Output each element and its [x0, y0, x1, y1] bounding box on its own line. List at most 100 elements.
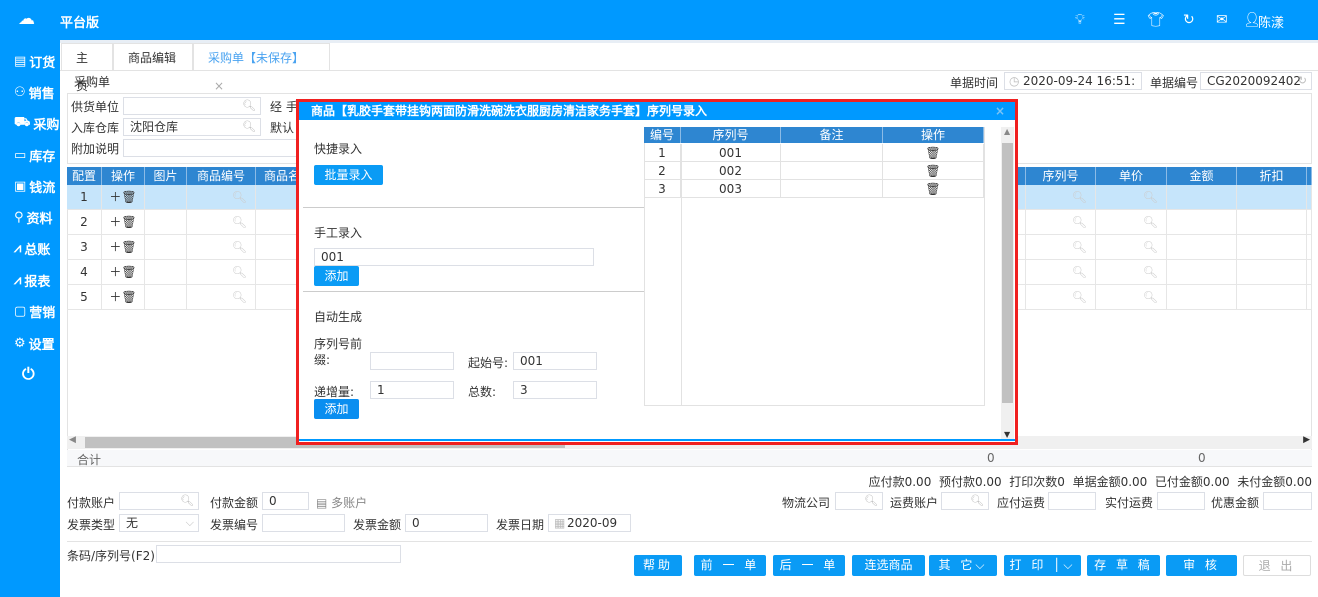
sidebar-item-data[interactable]: ⚲ 资料	[14, 208, 53, 227]
tab-purchase-order[interactable]: 采购单【未保存】 ×	[193, 43, 330, 93]
batch-entry-button[interactable]: 批量录入	[314, 165, 383, 185]
grid-cell[interactable]	[1167, 260, 1237, 285]
grid-cell[interactable]	[1307, 185, 1312, 210]
search-icon[interactable]: 🔍︎	[1072, 240, 1087, 254]
freight-account-input[interactable]: 🔍︎	[941, 492, 989, 510]
grid-cell[interactable]	[1307, 285, 1312, 310]
sidebar-item-report[interactable]: ⩘ 报表	[14, 271, 50, 290]
grid-cell-search[interactable]: 🔍︎	[187, 260, 256, 285]
freight-due-input[interactable]	[1048, 492, 1096, 510]
sidebar-item-ledger[interactable]: ⩘ 总账	[14, 239, 50, 258]
shirt-icon[interactable]: 👕︎	[1147, 12, 1165, 28]
plus-icon[interactable]: ＋	[109, 240, 121, 254]
grid-cell[interactable]	[1307, 210, 1312, 235]
row-actions[interactable]: ＋🗑︎	[102, 235, 145, 260]
tab-home[interactable]: 主页	[61, 43, 113, 93]
manual-add-button[interactable]: 添加	[314, 266, 359, 286]
grid-cell[interactable]	[1167, 210, 1237, 235]
grid-cell[interactable]	[145, 260, 187, 285]
start-input[interactable]: 001	[513, 352, 597, 370]
arrow-right-icon[interactable]: ▶	[1303, 435, 1310, 445]
supplier-input[interactable]: 🔍︎	[123, 97, 261, 115]
row-actions[interactable]: ＋🗑︎	[102, 285, 145, 310]
plus-icon[interactable]: ＋	[109, 215, 121, 229]
discount-input[interactable]	[1263, 492, 1312, 510]
search-icon[interactable]: 🔍︎	[864, 493, 878, 509]
no-input[interactable]: CG2020092402 ↻	[1200, 72, 1312, 90]
grid-cell[interactable]	[1167, 235, 1237, 260]
barcode-input[interactable]	[156, 545, 401, 563]
trash-icon[interactable]: 🗑︎	[121, 265, 136, 279]
note-input[interactable]	[123, 139, 303, 157]
search-icon[interactable]: 🔍︎	[1143, 265, 1158, 279]
grid-cell-search[interactable]: 🔍︎	[1096, 185, 1167, 210]
trash-icon[interactable]: 🗑︎	[883, 144, 984, 162]
grid-cell[interactable]	[1237, 210, 1307, 235]
menu-icon[interactable]: ☰	[1113, 12, 1126, 28]
search-icon[interactable]: 🔍︎	[232, 290, 247, 304]
grid-cell-search[interactable]: 🔍︎	[1096, 210, 1167, 235]
search-icon[interactable]: 🔍︎	[1143, 190, 1158, 204]
grid-cell[interactable]	[1237, 185, 1307, 210]
auto-add-button[interactable]: 添加	[314, 399, 359, 419]
sidebar-item-order[interactable]: ▤ 订货	[14, 52, 55, 71]
trash-icon[interactable]: 🗑︎	[121, 290, 136, 304]
search-icon[interactable]: 🔍︎	[242, 119, 256, 135]
grid-cell-search[interactable]: 🔍︎	[1026, 260, 1096, 285]
sidebar-item-marketing[interactable]: ▢ 营销	[14, 302, 55, 321]
grid-cell[interactable]	[1167, 285, 1237, 310]
refresh-icon[interactable]: ↻	[1298, 73, 1307, 89]
plus-icon[interactable]: ＋	[109, 290, 121, 304]
trash-icon[interactable]: 🗑︎	[121, 215, 136, 229]
sidebar-item-stock[interactable]: ▭ 库存	[14, 146, 55, 165]
grid-cell-search[interactable]: 🔍︎	[1026, 185, 1096, 210]
search-icon[interactable]: 🔍︎	[232, 240, 247, 254]
chevron-down-icon[interactable]: ⌵	[1063, 558, 1075, 572]
search-icon[interactable]: 🔍︎	[232, 265, 247, 279]
trash-icon[interactable]: 🗑︎	[121, 240, 136, 254]
grid-cell[interactable]	[1167, 185, 1237, 210]
vertical-scrollbar[interactable]: ▲ ▼	[1001, 127, 1014, 439]
search-icon[interactable]: 🔍︎	[1072, 215, 1087, 229]
grid-cell-search[interactable]: 🔍︎	[187, 285, 256, 310]
search-icon[interactable]: 🔍︎	[232, 215, 247, 229]
mail-icon[interactable]: ✉	[1216, 12, 1228, 28]
grid-cell-search[interactable]: 🔍︎	[1096, 235, 1167, 260]
trash-icon[interactable]: 🗑︎	[883, 162, 984, 180]
search-icon[interactable]: 🔍︎	[180, 493, 194, 509]
grid-cell[interactable]	[1237, 285, 1307, 310]
exit-button[interactable]: 退 出	[1243, 555, 1311, 576]
search-icon[interactable]: 🔍︎	[970, 493, 984, 509]
arrow-down-icon[interactable]: ▼	[1004, 430, 1010, 439]
invoice-date-input[interactable]: ▦ 2020-09	[548, 514, 631, 532]
plus-icon[interactable]: ＋	[109, 265, 121, 279]
close-icon[interactable]: ×	[995, 102, 1005, 120]
invoice-type-select[interactable]: 无 ⌵	[119, 514, 199, 532]
grid-cell[interactable]	[1237, 260, 1307, 285]
arrow-up-icon[interactable]: ▲	[1004, 127, 1010, 136]
search-icon[interactable]: 🔍︎	[1143, 290, 1158, 304]
sidebar-item-sales[interactable]: ⚇ 销售	[14, 83, 55, 102]
warehouse-input[interactable]: 沈阳仓库 🔍︎	[123, 118, 261, 136]
grid-cell-search[interactable]: 🔍︎	[1026, 285, 1096, 310]
close-icon[interactable]: ×	[214, 79, 224, 93]
sidebar-item-settings[interactable]: ⚙ 设置	[14, 334, 55, 353]
grid-cell[interactable]	[145, 285, 187, 310]
sidebar-item-purchase[interactable]: ⛟ 采购	[14, 114, 59, 133]
search-icon[interactable]: 🔍︎	[1072, 265, 1087, 279]
tab-product-edit[interactable]: 商品编辑	[113, 43, 193, 71]
prefix-input[interactable]	[370, 352, 454, 370]
grid-cell-search[interactable]: 🔍︎	[1096, 260, 1167, 285]
grid-cell-search[interactable]: 🔍︎	[1026, 235, 1096, 260]
grid-cell-search[interactable]: 🔍︎	[187, 210, 256, 235]
logistics-company-input[interactable]: 🔍︎	[835, 492, 883, 510]
search-icon[interactable]: 🔍︎	[1072, 190, 1087, 204]
pay-amount-input[interactable]: 0	[262, 492, 309, 510]
sidebar-item-cash[interactable]: ▣ 钱流	[14, 177, 55, 196]
step-input[interactable]: 1	[370, 381, 454, 399]
search-icon[interactable]: 🔍︎	[1143, 215, 1158, 229]
freight-paid-input[interactable]	[1157, 492, 1205, 510]
multi-select-button[interactable]: 连选商品	[852, 555, 925, 576]
search-icon[interactable]: 🔍︎	[232, 190, 247, 204]
grid-cell-search[interactable]: 🔍︎	[187, 185, 256, 210]
